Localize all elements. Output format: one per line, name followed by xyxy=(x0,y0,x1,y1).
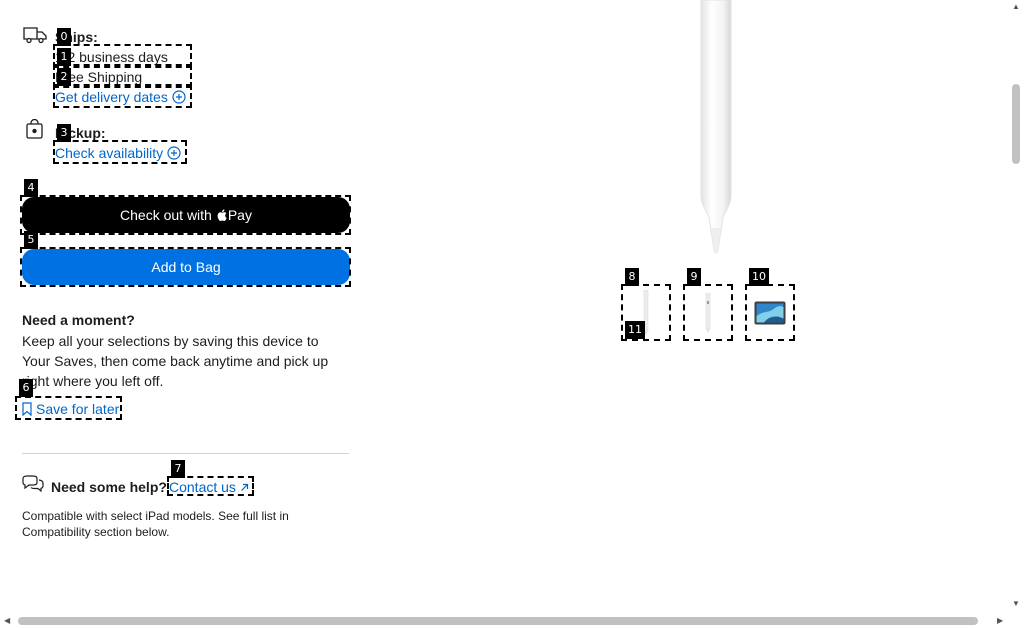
apple-logo-icon xyxy=(217,209,227,221)
vertical-scroll-thumb[interactable] xyxy=(1012,84,1020,164)
need-a-moment-heading: Need a moment? xyxy=(22,312,135,328)
apple-pay-brand: Pay xyxy=(227,207,252,223)
thumbnail-pencil-side[interactable] xyxy=(685,286,731,340)
vertical-scrollbar[interactable]: ▲ ▼ xyxy=(1008,0,1024,613)
scroll-down-arrow-icon[interactable]: ▼ xyxy=(1012,599,1020,608)
scroll-left-arrow-icon[interactable]: ◀ xyxy=(4,616,10,625)
contact-us-link[interactable]: Contact us xyxy=(169,479,249,495)
ipad-thumbnail-icon xyxy=(754,301,786,325)
plus-circle-icon xyxy=(172,90,186,104)
get-delivery-dates-link[interactable]: Get delivery dates xyxy=(55,89,186,105)
plus-circle-icon xyxy=(167,146,181,160)
compatibility-note: Compatible with select iPad models. See … xyxy=(22,509,289,539)
horizontal-scrollbar[interactable]: ◀ ▶ xyxy=(0,613,1024,629)
add-to-bag-label: Add to Bag xyxy=(151,259,221,275)
shopping-bag-icon xyxy=(26,119,43,139)
scroll-right-arrow-icon[interactable]: ▶ xyxy=(997,616,1003,625)
thumbnail-ipad[interactable] xyxy=(747,286,793,340)
save-description: Keep all your selections by saving this … xyxy=(22,333,329,389)
check-availability-label: Check availability xyxy=(55,145,164,161)
apple-pencil-image xyxy=(700,0,732,254)
save-for-later-label: Save for later xyxy=(36,401,120,417)
save-for-later-link[interactable]: Save for later xyxy=(22,401,119,417)
contact-us-label: Contact us xyxy=(169,479,236,495)
scroll-up-arrow-icon[interactable]: ▲ xyxy=(1012,2,1020,11)
bookmark-icon xyxy=(22,402,32,416)
add-to-bag-button[interactable]: Add to Bag xyxy=(22,249,350,285)
divider xyxy=(22,453,349,454)
pencil-thumbnail-icon xyxy=(705,293,711,333)
apple-pay-checkout-button[interactable]: Check out with Pay xyxy=(22,197,350,233)
external-arrow-icon xyxy=(241,483,249,491)
apple-pay-prefix: Check out with xyxy=(120,207,212,223)
horizontal-scroll-thumb[interactable] xyxy=(18,617,978,625)
truck-icon xyxy=(23,27,47,44)
need-help-heading: Need some help? xyxy=(51,479,167,495)
check-availability-link[interactable]: Check availability xyxy=(55,145,181,161)
chat-bubbles-icon xyxy=(22,475,44,493)
get-delivery-dates-label: Get delivery dates xyxy=(55,89,168,105)
shipping-timeframe: 1-2 business days xyxy=(55,49,168,65)
